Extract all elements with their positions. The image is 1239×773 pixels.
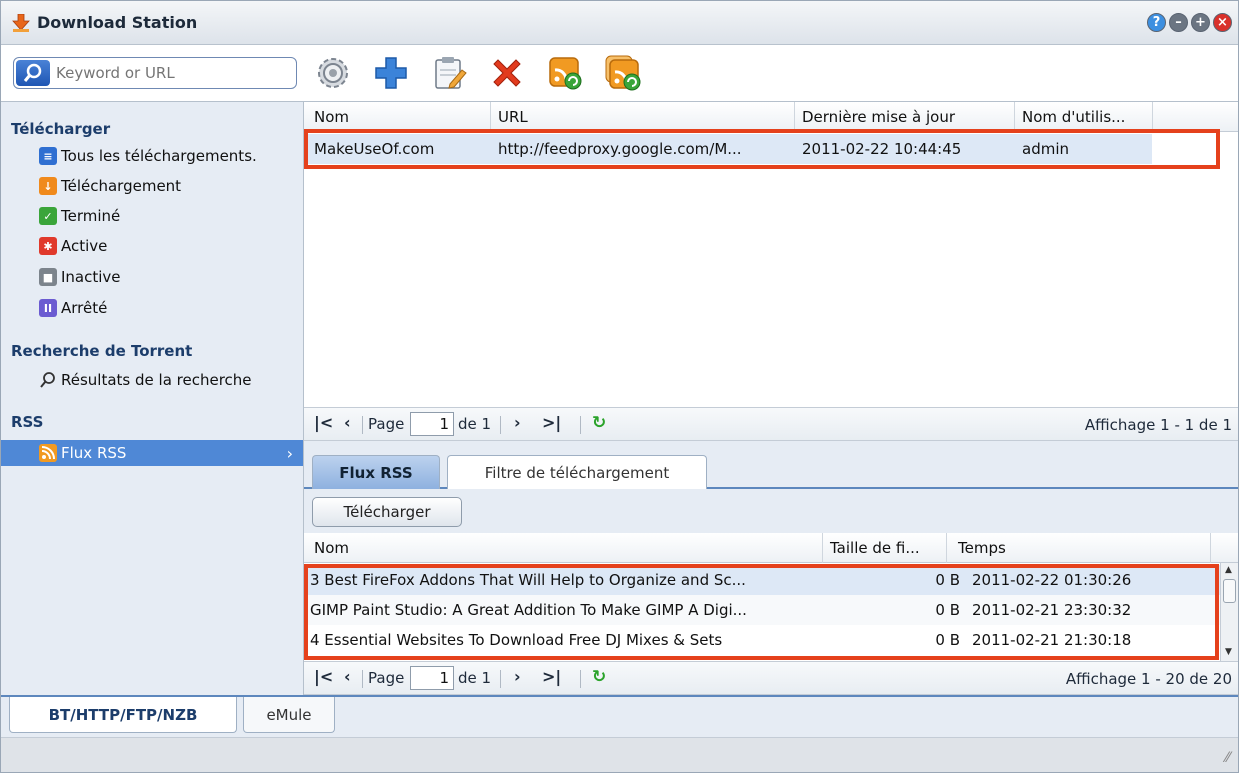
page-input[interactable]: 1 bbox=[410, 412, 454, 436]
refresh-icon[interactable]: ↻ bbox=[592, 667, 606, 687]
previous-page-icon[interactable]: ‹ bbox=[344, 667, 351, 686]
section-rss: RSS bbox=[11, 413, 44, 431]
sidebar-item-active[interactable]: ✱ Active bbox=[39, 233, 107, 259]
inactive-icon: ■ bbox=[39, 268, 57, 286]
list-icon: ≡ bbox=[39, 147, 57, 165]
add-icon[interactable] bbox=[371, 53, 411, 93]
column-header-username[interactable]: Nom d'utilis... bbox=[1022, 108, 1125, 126]
sidebar-item-label: Tous les téléchargements. bbox=[61, 147, 257, 165]
sidebar-item-all-downloads[interactable]: ≡ Tous les téléchargements. bbox=[39, 143, 257, 169]
refresh-icon[interactable]: ↻ bbox=[592, 413, 606, 433]
minimize-icon[interactable]: – bbox=[1169, 13, 1188, 32]
sidebar-item-label: Flux RSS bbox=[61, 444, 127, 462]
sidebar-item-inactive[interactable]: ■ Inactive bbox=[39, 264, 121, 290]
items-pager: |< ‹ Page 1 de 1 › >| ↻ Affichage 1 - 20… bbox=[304, 661, 1238, 695]
maximize-icon[interactable]: + bbox=[1191, 13, 1210, 32]
sidebar-item-label: Inactive bbox=[61, 268, 121, 286]
display-info: Affichage 1 - 20 de 20 bbox=[1065, 670, 1232, 688]
previous-page-icon[interactable]: ‹ bbox=[344, 413, 351, 432]
next-page-icon[interactable]: › bbox=[514, 667, 521, 686]
check-icon: ✓ bbox=[39, 207, 57, 225]
page-total: de 1 bbox=[458, 669, 492, 687]
search-icon bbox=[40, 372, 55, 388]
tab-rss-feeds[interactable]: Flux RSS bbox=[312, 455, 440, 489]
scroll-thumb[interactable] bbox=[1223, 579, 1236, 603]
vertical-scrollbar[interactable]: ▲ ▼ bbox=[1220, 563, 1238, 661]
page-total: de 1 bbox=[458, 415, 492, 433]
sidebar-item-label: Téléchargement bbox=[61, 177, 182, 195]
delete-icon[interactable] bbox=[487, 53, 527, 93]
column-header-time[interactable]: Temps bbox=[958, 539, 1006, 557]
display-info: Affichage 1 - 1 de 1 bbox=[1084, 416, 1232, 434]
scroll-up-icon[interactable]: ▲ bbox=[1225, 565, 1232, 575]
edit-icon[interactable] bbox=[429, 53, 469, 93]
page-label: Page bbox=[368, 669, 405, 687]
search-box bbox=[13, 57, 297, 89]
active-icon: ✱ bbox=[39, 237, 57, 255]
chevron-right-icon: › bbox=[286, 443, 293, 463]
title-bar: Download Station ? – + × bbox=[1, 1, 1238, 45]
toolbar bbox=[313, 53, 643, 93]
download-button[interactable]: Télécharger bbox=[312, 497, 462, 527]
feeds-grid-header: Nom URL Dernière mise à jour Nom d'utili… bbox=[304, 102, 1238, 132]
search-icon[interactable] bbox=[16, 60, 50, 86]
action-bar: Télécharger bbox=[304, 489, 1238, 533]
download-station-logo-icon bbox=[12, 14, 30, 32]
highlight-feed-row bbox=[304, 129, 1220, 169]
last-page-icon[interactable]: >| bbox=[542, 413, 561, 432]
sidebar-item-label: Terminé bbox=[61, 207, 121, 225]
column-header-name[interactable]: Nom bbox=[314, 108, 349, 126]
pause-icon: II bbox=[39, 299, 57, 317]
app-title: Download Station bbox=[37, 13, 198, 32]
sidebar-item-label: Arrêté bbox=[61, 299, 108, 317]
first-page-icon[interactable]: |< bbox=[314, 667, 333, 686]
settings-icon[interactable] bbox=[313, 53, 353, 93]
column-header-last-update[interactable]: Dernière mise à jour bbox=[802, 108, 955, 126]
first-page-icon[interactable]: |< bbox=[314, 413, 333, 432]
resize-grip-icon[interactable]: ⁄⁄ bbox=[1225, 750, 1230, 766]
rss-refresh-icon[interactable] bbox=[545, 53, 585, 93]
download-station-window: Download Station ? – + × Keyword or URL … bbox=[0, 0, 1239, 773]
rss-refresh-all-icon[interactable] bbox=[603, 53, 643, 93]
column-header-file-size[interactable]: Taille de fi... bbox=[830, 539, 920, 557]
tab-emule[interactable]: eMule bbox=[243, 697, 335, 733]
help-icon[interactable]: ? bbox=[1147, 13, 1166, 32]
sidebar: Télécharger ≡ Tous les téléchargements. … bbox=[1, 101, 304, 695]
sidebar-item-label: Résultats de la recherche bbox=[61, 371, 252, 389]
column-header-name[interactable]: Nom bbox=[314, 539, 349, 557]
sidebar-item-search-results[interactable]: Résultats de la recherche bbox=[39, 367, 252, 393]
tab-bt-http-ftp-nzb[interactable]: BT/HTTP/FTP/NZB bbox=[9, 697, 237, 733]
close-icon[interactable]: × bbox=[1213, 13, 1232, 32]
download-icon: ↓ bbox=[39, 177, 57, 195]
status-bar: ⁄⁄ bbox=[1, 737, 1238, 772]
sidebar-item-completed[interactable]: ✓ Terminé bbox=[39, 203, 120, 229]
rss-icon bbox=[39, 444, 57, 462]
detail-tabs: Flux RSS Filtre de téléchargement bbox=[304, 441, 1238, 489]
section-download: Télécharger bbox=[11, 120, 111, 138]
search-input[interactable] bbox=[56, 62, 292, 84]
highlight-feed-items bbox=[304, 564, 1219, 660]
section-torrent-search: Recherche de Torrent bbox=[11, 342, 193, 360]
tab-download-filter[interactable]: Filtre de téléchargement bbox=[447, 455, 707, 489]
sidebar-item-stopped[interactable]: II Arrêté bbox=[39, 295, 107, 321]
page-label: Page bbox=[368, 415, 405, 433]
sidebar-item-downloading[interactable]: ↓ Téléchargement bbox=[39, 173, 181, 199]
feed-items-header: Nom Taille de fi... Temps bbox=[304, 533, 1238, 563]
protocol-tabs: BT/HTTP/FTP/NZB eMule bbox=[1, 695, 1238, 737]
column-header-url[interactable]: URL bbox=[498, 108, 528, 126]
page-input[interactable]: 1 bbox=[410, 666, 454, 690]
window-controls: ? – + × bbox=[1147, 13, 1232, 32]
next-page-icon[interactable]: › bbox=[514, 413, 521, 432]
sidebar-item-rss-feeds[interactable]: Flux RSS › bbox=[1, 440, 303, 466]
last-page-icon[interactable]: >| bbox=[542, 667, 561, 686]
sidebar-item-label: Active bbox=[61, 237, 108, 255]
feeds-pager: |< ‹ Page 1 de 1 › >| ↻ Affichage 1 - 1 … bbox=[304, 407, 1238, 441]
scroll-down-icon[interactable]: ▼ bbox=[1225, 647, 1232, 657]
